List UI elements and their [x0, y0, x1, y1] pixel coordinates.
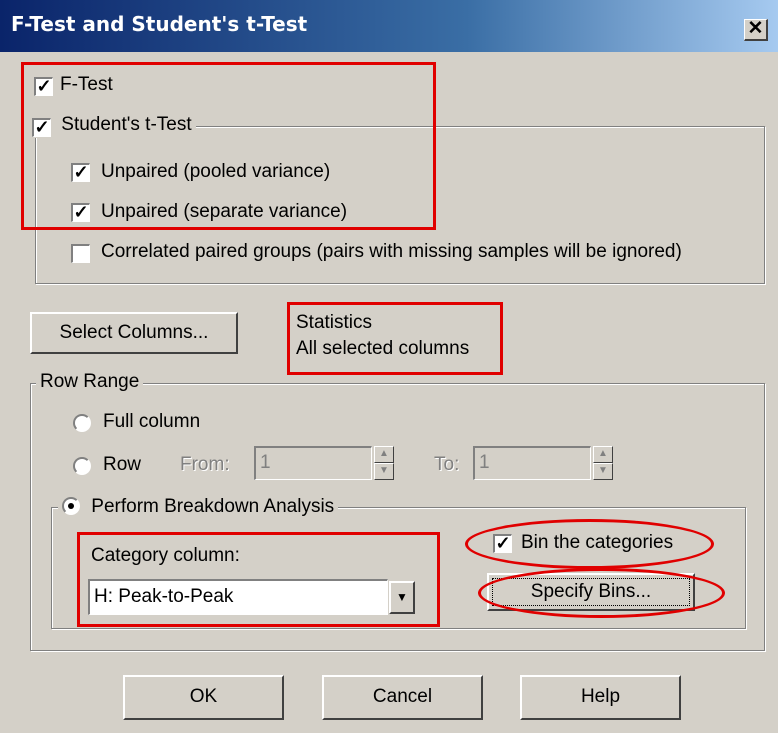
to-input[interactable]: 1 [473, 446, 591, 480]
from-spin-down[interactable]: ▼ [374, 463, 394, 480]
row-label[interactable]: Row [103, 454, 141, 476]
select-columns-label: Select Columns... [59, 322, 209, 343]
highlight-category [77, 532, 440, 627]
to-spin-up[interactable]: ▲ [593, 446, 613, 463]
highlight-statistics [287, 302, 503, 375]
title-bar[interactable]: F-Test and Student's t-Test ✕ [0, 0, 778, 52]
breakdown-legend: Perform Breakdown Analysis [58, 494, 339, 518]
help-label: Help [580, 686, 621, 707]
ok-button[interactable]: OK [123, 675, 284, 720]
row-radio[interactable] [73, 457, 91, 475]
dialog-title: F-Test and Student's t-Test [11, 12, 308, 36]
dialog-window: F-Test and Student's t-Test ✕ ✓ F-Test ✓… [0, 0, 778, 733]
correlated-paired-label[interactable]: Correlated paired groups (pairs with mis… [101, 241, 682, 263]
correlated-paired-checkbox[interactable] [71, 244, 90, 263]
cancel-label: Cancel [372, 686, 433, 707]
highlight-specify-bins [478, 568, 725, 618]
to-spin-down[interactable]: ▼ [593, 463, 613, 480]
full-column-radio[interactable] [73, 414, 91, 432]
highlight-tests [21, 62, 436, 230]
help-button[interactable]: Help [520, 675, 681, 720]
from-input[interactable]: 1 [254, 446, 372, 480]
ok-label: OK [189, 686, 218, 707]
row-range-legend: Row Range [36, 371, 144, 393]
close-button[interactable]: ✕ [744, 19, 768, 41]
to-label: To: [434, 454, 460, 475]
highlight-bin-categories [465, 519, 714, 569]
from-spin-up[interactable]: ▲ [374, 446, 394, 463]
breakdown-label[interactable]: Perform Breakdown Analysis [91, 496, 334, 517]
from-label: From: [180, 454, 230, 475]
full-column-label[interactable]: Full column [103, 411, 200, 433]
cancel-button[interactable]: Cancel [322, 675, 483, 720]
breakdown-radio[interactable] [62, 497, 80, 515]
close-icon: ✕ [747, 18, 764, 39]
select-columns-button[interactable]: Select Columns... [30, 312, 238, 354]
